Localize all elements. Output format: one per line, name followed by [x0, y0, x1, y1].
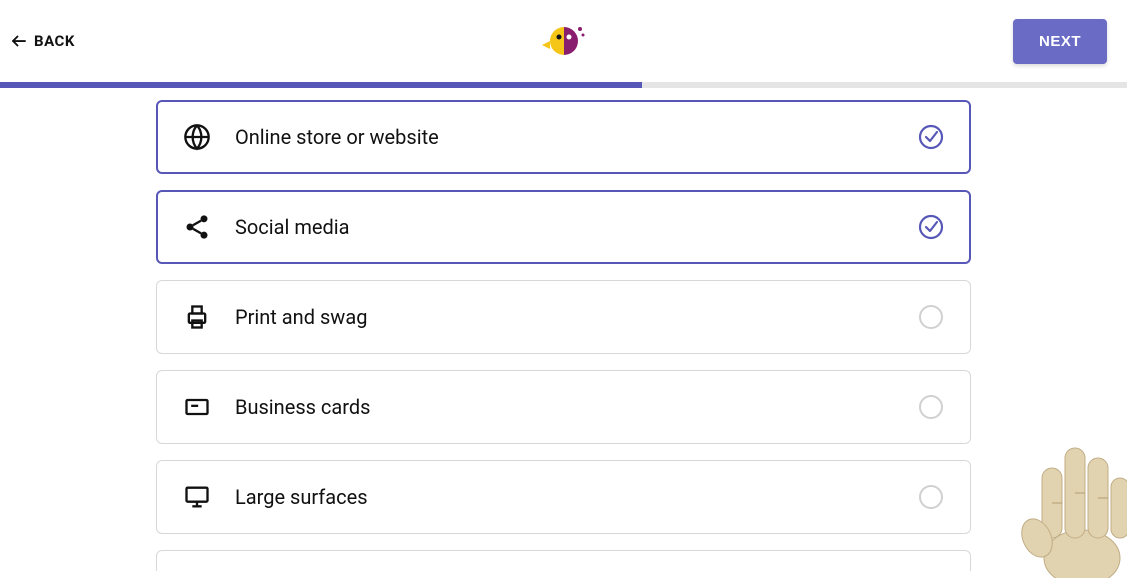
option-label: Large surfaces — [235, 485, 368, 509]
option-label: Online store or website — [235, 125, 439, 149]
option-label: Social media — [235, 215, 349, 239]
decorative-hand — [987, 408, 1127, 578]
option-label: Business cards — [235, 395, 370, 419]
back-button[interactable]: BACK — [10, 32, 75, 50]
empty-circle-icon — [918, 394, 944, 420]
logo — [542, 19, 586, 63]
card-icon — [183, 393, 211, 421]
printer-icon — [183, 303, 211, 331]
empty-circle-icon — [918, 304, 944, 330]
option-social-media[interactable]: Social media — [156, 190, 971, 264]
check-circle-icon — [918, 124, 944, 150]
share-icon — [183, 213, 211, 241]
arrow-left-icon — [10, 32, 28, 50]
next-label: NEXT — [1039, 33, 1081, 50]
option-business-cards[interactable]: Business cards — [156, 370, 971, 444]
progress-bar — [0, 82, 1127, 88]
back-label: BACK — [34, 32, 75, 50]
next-button[interactable]: NEXT — [1013, 19, 1107, 64]
progress-fill — [0, 82, 642, 88]
option-online-store[interactable]: Online store or website — [156, 100, 971, 174]
option-large-surfaces[interactable]: Large surfaces — [156, 460, 971, 534]
globe-icon — [183, 123, 211, 151]
option-label: Print and swag — [235, 305, 367, 329]
empty-circle-icon — [918, 484, 944, 510]
check-circle-icon — [918, 214, 944, 240]
option-print-swag[interactable]: Print and swag — [156, 280, 971, 354]
display-icon — [183, 483, 211, 511]
